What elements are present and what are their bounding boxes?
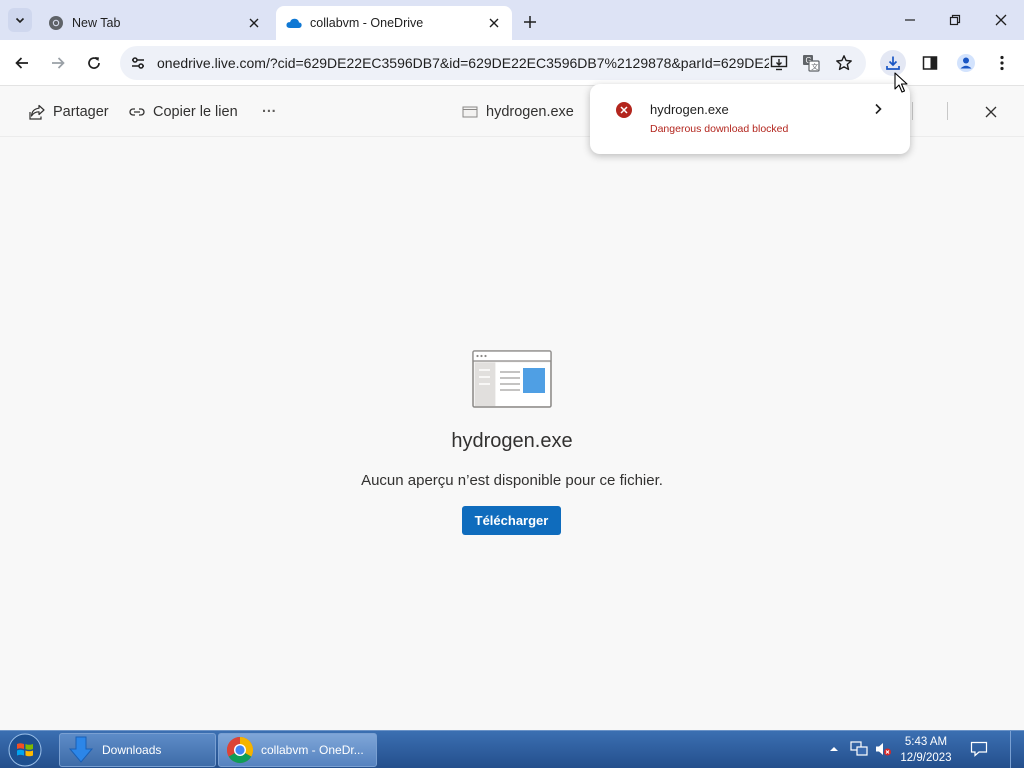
arrow-left-icon: [15, 57, 28, 69]
side-panel-button[interactable]: [917, 50, 943, 76]
avatar-icon: [957, 54, 975, 72]
bookmark-star-icon[interactable]: [833, 52, 855, 74]
chrome-icon: [48, 15, 64, 31]
close-preview-button[interactable]: [980, 101, 1002, 123]
install-app-icon[interactable]: [768, 52, 790, 74]
mouse-cursor-icon: [894, 72, 908, 94]
tab-onedrive[interactable]: collabvm - OneDrive: [276, 6, 512, 40]
file-name-label: hydrogen.exe: [486, 104, 574, 120]
chevron-right-icon[interactable]: [870, 101, 886, 117]
network-icon[interactable]: [850, 740, 868, 758]
download-icon: [886, 56, 900, 70]
svg-text:文: 文: [811, 62, 818, 71]
chevron-down-icon: [15, 17, 25, 24]
back-button[interactable]: [9, 50, 35, 76]
share-label: Partager: [53, 104, 109, 120]
copy-link-button[interactable]: Copier le lien: [128, 101, 238, 123]
clock-date: 12/9/2023: [900, 752, 952, 764]
more-actions-button[interactable]: ···: [262, 101, 277, 123]
windows-logo-icon: [8, 733, 42, 767]
close-window-button[interactable]: [987, 8, 1015, 32]
copy-link-label: Copier le lien: [153, 104, 238, 120]
arrow-right-icon: [52, 57, 65, 69]
taskbar-item-downloads[interactable]: Downloads: [59, 733, 216, 767]
no-preview-icon: [472, 350, 552, 408]
onedrive-icon: [286, 15, 302, 31]
downloads-folder-icon: [66, 735, 96, 765]
new-tab-button[interactable]: [520, 12, 540, 32]
browser-toolbar: onedrive.live.com/?cid=629DE22EC3596DB7&…: [0, 40, 1024, 86]
close-icon: [985, 106, 997, 118]
restore-icon: [949, 14, 961, 26]
translate-icon[interactable]: G文: [800, 52, 822, 74]
action-center-icon[interactable]: [970, 740, 988, 758]
download-item-name[interactable]: hydrogen.exe: [650, 102, 729, 117]
minimize-button[interactable]: [896, 8, 924, 32]
forward-button[interactable]: [45, 50, 71, 76]
site-settings-icon[interactable]: [128, 53, 148, 73]
taskbar-item-label: collabvm - OneDr...: [261, 743, 364, 757]
more-vertical-icon: [1000, 55, 1004, 71]
start-button[interactable]: [5, 732, 45, 768]
plus-icon: [524, 16, 536, 28]
close-icon: [995, 14, 1007, 26]
clock-time: 5:43 AM: [904, 736, 948, 748]
menu-button[interactable]: [989, 50, 1015, 76]
tray-expand-icon[interactable]: [825, 740, 843, 758]
link-icon: [128, 103, 146, 121]
chrome-icon: [225, 735, 255, 765]
share-icon: [28, 103, 46, 121]
url-text: onedrive.live.com/?cid=629DE22EC3596DB7&…: [157, 55, 769, 71]
tab-new-tab[interactable]: New Tab: [40, 6, 272, 40]
download-bubble: hydrogen.exe Dangerous download blocked: [590, 84, 910, 154]
taskbar-item-chrome[interactable]: collabvm - OneDr...: [218, 733, 377, 767]
file-title: hydrogen.exe: [451, 430, 573, 452]
show-desktop-button[interactable]: [1010, 731, 1024, 768]
divider: [947, 102, 948, 120]
share-button[interactable]: Partager: [28, 101, 109, 123]
tab-title: collabvm - OneDrive: [310, 16, 424, 30]
profile-button[interactable]: [953, 50, 979, 76]
taskbar-item-label: Downloads: [102, 743, 162, 757]
address-bar[interactable]: onedrive.live.com/?cid=629DE22EC3596DB7&…: [120, 46, 866, 80]
close-tab-icon[interactable]: [486, 15, 502, 31]
divider: [912, 102, 913, 120]
no-preview-message: Aucun aperçu n’est disponible pour ce fi…: [361, 472, 663, 489]
close-tab-icon[interactable]: [246, 15, 262, 31]
file-icon: [462, 106, 478, 118]
download-file-button[interactable]: Télécharger: [462, 506, 561, 535]
side-panel-icon: [922, 56, 938, 70]
tab-title: New Tab: [72, 16, 121, 30]
error-icon: [616, 102, 632, 118]
windows-taskbar: Downloads collabvm - OneDr... 5:43 AM 12…: [0, 730, 1024, 768]
volume-muted-icon[interactable]: [874, 740, 892, 758]
system-clock[interactable]: 5:43 AM 12/9/2023: [896, 734, 956, 766]
minimize-icon: [905, 19, 915, 21]
reload-icon: [88, 57, 100, 69]
tab-search-button[interactable]: [8, 8, 32, 32]
tab-strip: New Tab collabvm - OneDrive: [0, 0, 1024, 40]
restore-button[interactable]: [941, 8, 969, 32]
reload-button[interactable]: [81, 50, 107, 76]
file-name-chip: hydrogen.exe: [462, 101, 574, 123]
download-item-status: Dangerous download blocked: [650, 123, 789, 135]
